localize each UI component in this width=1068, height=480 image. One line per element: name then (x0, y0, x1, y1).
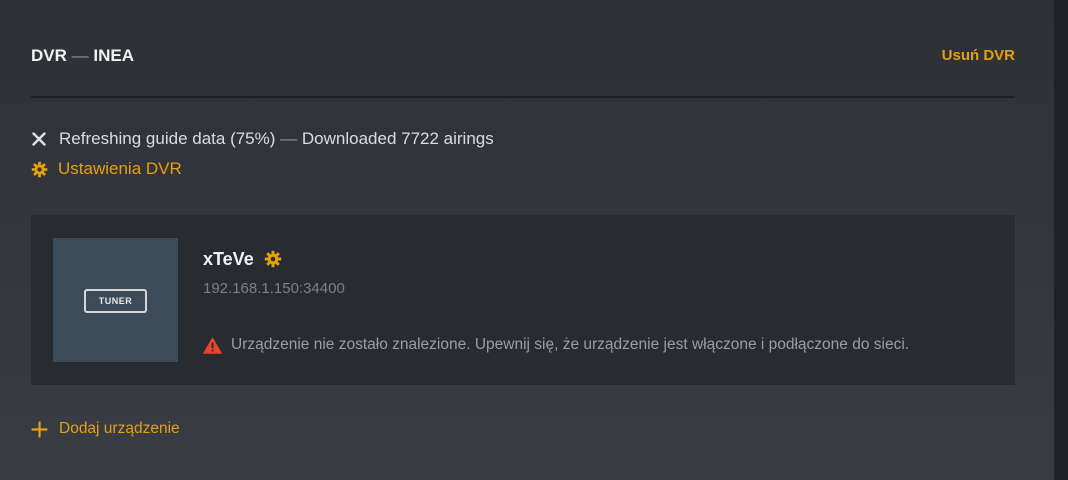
close-icon[interactable] (31, 131, 47, 147)
device-name-row: xTeVe (203, 247, 282, 271)
tuner-badge: TUNER (84, 289, 147, 313)
dvr-title-separator: — (71, 46, 89, 65)
status-text: Refreshing guide data (75%) — Downloaded… (59, 129, 494, 149)
device-settings-gear-icon[interactable] (264, 250, 282, 268)
header-divider (31, 96, 1015, 98)
device-address: 192.168.1.150:34400 (203, 280, 345, 297)
dvr-title: DVR — INEA (31, 44, 134, 68)
guide-refresh-status: Refreshing guide data (75%) — Downloaded… (31, 128, 494, 150)
dvr-settings-label: Ustawienia DVR (58, 159, 182, 178)
dvr-title-prefix: DVR (31, 46, 67, 65)
tuner-thumbnail: TUNER (53, 238, 178, 362)
device-warning: Urządzenie nie zostało znalezione. Upewn… (203, 334, 909, 356)
device-warning-text: Urządzenie nie zostało znalezione. Upewn… (231, 336, 910, 353)
add-device-button[interactable]: Dodaj urządzenie (31, 418, 180, 440)
remove-dvr-link[interactable]: Usuń DVR (942, 44, 1015, 68)
device-name: xTeVe (203, 248, 254, 269)
download-count-text: Downloaded 7722 airings (301, 129, 494, 148)
warning-icon (203, 336, 222, 354)
gear-icon (31, 161, 48, 178)
dvr-settings-link[interactable]: Ustawienia DVR (31, 158, 182, 180)
dvr-title-name: INEA (93, 46, 134, 65)
device-card: TUNER xTeVe 192.168.1.150:34400 Urządzen… (31, 215, 1015, 385)
plus-icon (31, 420, 48, 438)
add-device-label: Dodaj urządzenie (59, 420, 180, 437)
scrollbar-track[interactable] (1054, 0, 1068, 480)
status-separator: — (280, 129, 298, 148)
dvr-header: DVR — INEA Usuń DVR (31, 44, 1015, 68)
refresh-progress-text: Refreshing guide data (75%) (59, 129, 276, 148)
